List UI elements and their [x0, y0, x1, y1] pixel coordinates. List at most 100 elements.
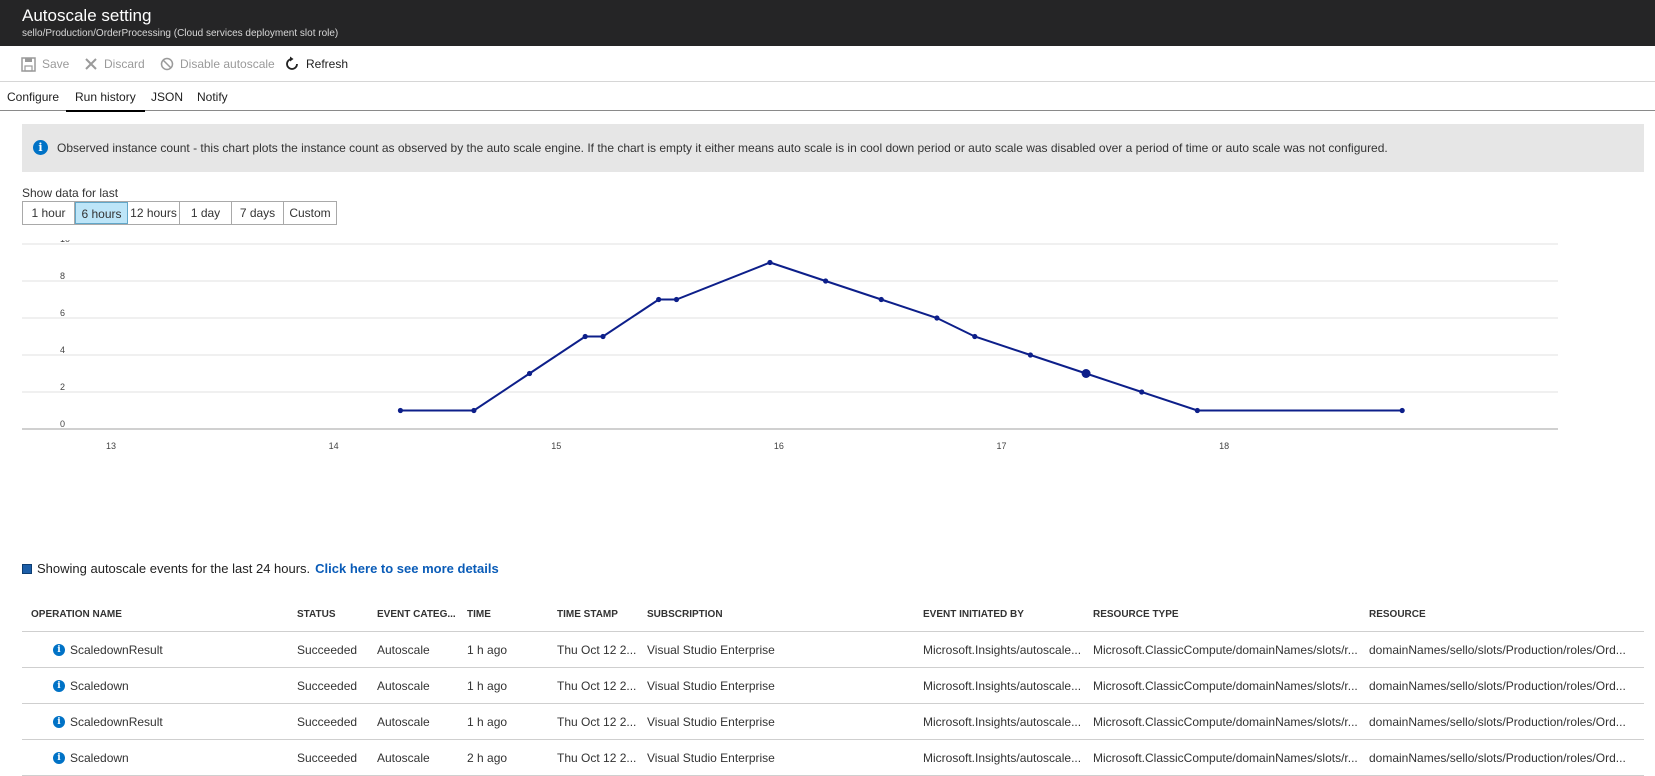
- table-cell: Thu Oct 12 2...: [557, 739, 647, 776]
- data-point: [1081, 369, 1091, 378]
- table-cell: Microsoft.Insights/autoscale...: [923, 667, 1093, 704]
- table-cell: domainNames/sello/slots/Production/roles…: [1369, 703, 1644, 740]
- tab-run-history[interactable]: Run history: [66, 90, 145, 112]
- data-point: [526, 370, 533, 377]
- refresh-label: Refresh: [306, 57, 349, 71]
- data-point: [934, 315, 940, 321]
- disable-autoscale-button[interactable]: Disable autoscale: [160, 56, 275, 72]
- info-text: Observed instance count - this chart plo…: [57, 141, 1388, 155]
- table-cell: 2 h ago: [467, 739, 557, 776]
- table-cell: Visual Studio Enterprise: [647, 667, 923, 704]
- table-cell: domainNames/sello/slots/Production/roles…: [1369, 631, 1644, 668]
- y-tick-label: 0: [60, 419, 65, 429]
- column-header[interactable]: STATUS: [297, 597, 377, 632]
- series-line: [400, 261, 1403, 412]
- events-table: OPERATION NAME STATUS EVENT CATEG... TIME TI…: [22, 597, 1644, 776]
- table-cell: i ScaledownResult: [22, 703, 297, 740]
- range-option-1-hour[interactable]: 1 hour: [23, 202, 75, 224]
- events-header: Showing autoscale events for the last 24…: [22, 561, 499, 576]
- table-cell: Thu Oct 12 2...: [557, 631, 647, 668]
- table-cell: Microsoft.Insights/autoscale...: [923, 703, 1093, 740]
- column-header[interactable]: TIME STAMP: [557, 597, 647, 632]
- data-point: [1027, 352, 1034, 358]
- table-cell: i Scaledown: [22, 739, 297, 776]
- table-cell: Visual Studio Enterprise: [647, 631, 923, 668]
- operation-name: ScaledownResult: [70, 642, 163, 657]
- data-point: [656, 296, 662, 303]
- refresh-icon: [284, 56, 300, 72]
- table-cell: Succeeded: [297, 631, 377, 668]
- data-point: [600, 333, 606, 340]
- table-cell: Succeeded: [297, 739, 377, 776]
- table-row[interactable]: i ScaledownResult Succeeded Autoscale 1 h ag…: [22, 631, 1644, 668]
- data-point: [823, 278, 829, 284]
- x-tick-label: 14: [329, 441, 339, 451]
- page-subtitle: sello/Production/OrderProcessing (Cloud …: [22, 28, 339, 39]
- tab-json[interactable]: JSON: [151, 90, 183, 104]
- table-cell: 1 h ago: [467, 703, 557, 740]
- column-header[interactable]: OPERATION NAME: [22, 597, 297, 632]
- column-header[interactable]: SUBSCRIPTION: [647, 597, 923, 632]
- table-cell: Autoscale: [377, 667, 467, 704]
- info-icon: i: [53, 680, 65, 693]
- column-header[interactable]: TIME: [467, 597, 557, 632]
- save-button[interactable]: Save: [21, 56, 69, 72]
- operation-name: Scaledown: [70, 750, 129, 765]
- range-option-custom[interactable]: Custom: [284, 202, 336, 224]
- save-label: Save: [42, 57, 70, 71]
- range-option-7-days[interactable]: 7 days: [232, 202, 284, 224]
- discard-button[interactable]: Discard: [84, 56, 145, 72]
- time-range-selector: 1 hour 6 hours 12 hours 1 day 7 days Cus…: [22, 201, 337, 225]
- events-header-text: Showing autoscale events for the last 24…: [37, 561, 311, 576]
- range-option-1-day[interactable]: 1 day: [180, 202, 232, 224]
- x-tick-label: 16: [774, 441, 784, 451]
- more-details-link[interactable]: Click here to see more details: [315, 561, 499, 576]
- table-row[interactable]: i ScaledownResult Succeeded Autoscale 1 h ag…: [22, 703, 1644, 740]
- column-header[interactable]: RESOURCE TYPE: [1093, 597, 1369, 632]
- column-header[interactable]: RESOURCE: [1369, 597, 1644, 632]
- discard-label: Discard: [104, 57, 145, 71]
- save-icon: [21, 56, 36, 72]
- table-cell: Microsoft.ClassicCompute/domainNames/slo…: [1093, 667, 1369, 704]
- collapse-toggle-icon[interactable]: [22, 563, 32, 574]
- info-icon: i: [33, 140, 48, 155]
- tab-notify[interactable]: Notify: [197, 90, 228, 104]
- table-row[interactable]: i Scaledown Succeeded Autoscale 1 h ago Thu O…: [22, 667, 1644, 704]
- x-tick-label: 13: [106, 441, 116, 451]
- column-header[interactable]: EVENT CATEG...: [377, 597, 467, 632]
- x-tick-label: 17: [996, 441, 1006, 451]
- table-cell: domainNames/sello/slots/Production/roles…: [1369, 739, 1644, 776]
- table-cell: Autoscale: [377, 703, 467, 740]
- page-title: Autoscale setting: [22, 6, 152, 25]
- refresh-button[interactable]: Refresh: [284, 56, 348, 72]
- table-cell: Succeeded: [297, 703, 377, 740]
- data-point: [582, 333, 588, 340]
- table-cell: 1 h ago: [467, 631, 557, 668]
- x-tick-label: 18: [1219, 441, 1229, 451]
- range-option-12-hours[interactable]: 12 hours: [128, 202, 180, 224]
- table-cell: Autoscale: [377, 739, 467, 776]
- operation-name: ScaledownResult: [70, 714, 163, 729]
- info-icon: i: [53, 644, 65, 657]
- table-cell: Visual Studio Enterprise: [647, 703, 923, 740]
- data-point: [397, 407, 404, 414]
- data-point: [1139, 389, 1145, 395]
- table-header-row: OPERATION NAME STATUS EVENT CATEG... TIME TI…: [22, 597, 1644, 632]
- tab-configure[interactable]: Configure: [7, 90, 59, 104]
- tab-bar: Configure Run history JSON Notify: [0, 82, 1655, 112]
- info-icon: i: [53, 716, 65, 729]
- table-cell: i ScaledownResult: [22, 631, 297, 668]
- time-range-label: Show data for last: [22, 186, 119, 200]
- y-tick-label: 6: [60, 308, 65, 318]
- column-header[interactable]: EVENT INITIATED BY: [923, 597, 1093, 632]
- range-option-6-hours[interactable]: 6 hours: [75, 202, 128, 224]
- disable-autoscale-label: Disable autoscale: [180, 57, 275, 71]
- operation-name: Scaledown: [70, 678, 129, 693]
- data-point: [767, 259, 773, 266]
- table-cell: Thu Oct 12 2...: [557, 667, 647, 704]
- data-point: [1399, 407, 1405, 414]
- y-tick-label: 4: [60, 345, 65, 355]
- y-tick-label: 10: [60, 240, 70, 244]
- table-row[interactable]: i Scaledown Succeeded Autoscale 2 h ago Thu O…: [22, 739, 1644, 776]
- instance-count-chart: 0 2 4 6 8 10 13 14 15 16 17 18: [22, 240, 1558, 451]
